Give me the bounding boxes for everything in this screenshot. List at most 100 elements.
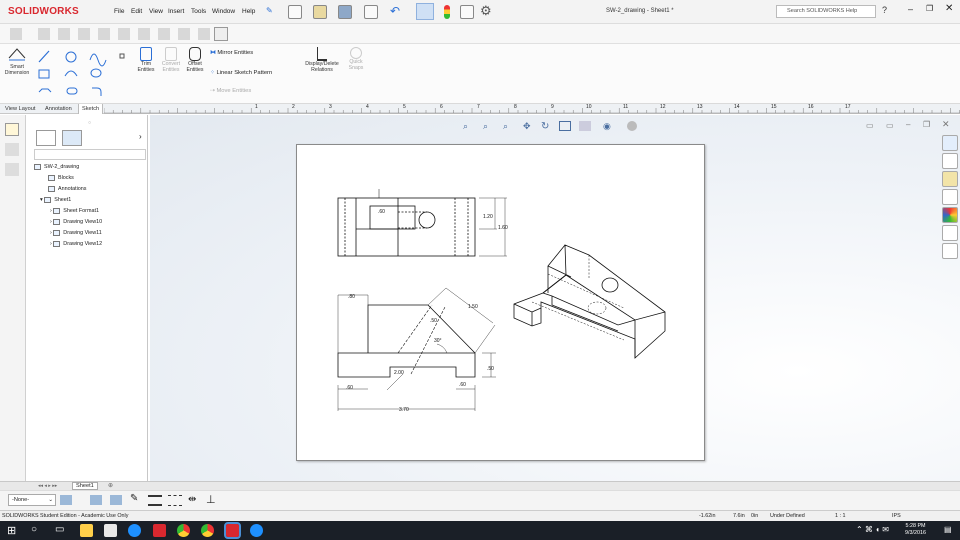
offset-entities-button[interactable]: Offset Entities	[184, 47, 206, 85]
dim-top-height[interactable]: 1.20	[483, 214, 493, 220]
layer-properties-icon[interactable]	[60, 495, 72, 505]
solidworks-taskbar-icon[interactable]	[153, 524, 166, 537]
solidworks-active-taskbar-icon[interactable]	[224, 522, 241, 539]
add-sheet-icon[interactable]: ⊕	[108, 482, 113, 489]
dim-front-200[interactable]: 2.00	[394, 370, 404, 376]
dim-front-60b[interactable]: .60	[459, 382, 466, 388]
tree-item-drawing-view11[interactable]: › Drawing View11	[34, 228, 102, 239]
hide-show-icon[interactable]: ◉	[603, 121, 611, 132]
pan-icon[interactable]: ✥	[523, 121, 531, 132]
design-library-icon[interactable]	[942, 153, 958, 169]
chevron-right-icon[interactable]: ›	[139, 132, 142, 141]
color-display-mode-icon[interactable]: ⊥	[206, 493, 216, 506]
line-color-icon[interactable]	[90, 495, 102, 505]
edge-taskbar-icon[interactable]	[128, 524, 141, 537]
display-style-icon[interactable]	[579, 121, 591, 131]
tree-root[interactable]: SW-2_drawing Blocks Annotations ▾ Sheet1…	[34, 162, 102, 250]
pin-icon[interactable]: ✎	[266, 6, 273, 15]
custom-properties-icon[interactable]	[942, 225, 958, 241]
windows-start-icon[interactable]: ⊞	[7, 524, 16, 537]
rebuild-traffic-light-icon[interactable]	[444, 5, 450, 19]
open-folder-icon[interactable]	[313, 5, 327, 19]
section-view-icon[interactable]	[559, 121, 571, 131]
line-dash-icon[interactable]	[168, 495, 182, 506]
action-center-icon[interactable]: ▤	[944, 525, 952, 534]
file-properties-icon[interactable]	[460, 5, 474, 19]
tab-sketch[interactable]: Sketch	[78, 104, 104, 114]
chrome-taskbar-icon-2[interactable]	[201, 524, 214, 537]
close-icon[interactable]: ✕	[945, 3, 953, 14]
top-view[interactable]	[337, 189, 507, 257]
tab-view-layout[interactable]: View Layout	[2, 104, 38, 114]
cortana-search-icon[interactable]: ○	[31, 524, 37, 535]
sheet-nav-arrows[interactable]: ◂◂ ◂ ▸ ▸▸	[38, 483, 57, 489]
forum-icon[interactable]	[942, 243, 958, 259]
appearance-icon[interactable]	[627, 121, 637, 131]
options-gear-icon[interactable]: ⚙	[480, 3, 492, 19]
quick-snaps-button[interactable]: Quick Snaps	[345, 47, 367, 85]
save-icon[interactable]	[338, 5, 352, 19]
solidworks-resources-icon[interactable]	[942, 135, 958, 151]
print-icon[interactable]	[364, 5, 378, 19]
linear-sketch-pattern-button[interactable]: ⁘ Linear Sketch Pattern	[210, 70, 272, 76]
ie-taskbar-icon[interactable]	[250, 524, 263, 537]
solidworks-logo[interactable]: SOLIDWORKS	[8, 6, 79, 17]
dim-top-small[interactable]: .60	[378, 209, 385, 215]
propertymanager-tab-icon[interactable]	[62, 130, 82, 146]
doc-restore-icon[interactable]: ❐	[923, 120, 930, 129]
color-pen-icon[interactable]: ✎	[130, 493, 138, 504]
help-question-icon[interactable]: ?	[882, 5, 887, 15]
dim-front-150[interactable]: 1.50	[468, 304, 478, 310]
dim-front-80[interactable]: .80	[348, 294, 355, 300]
zoom-to-fit-icon[interactable]: ⌕	[463, 121, 468, 132]
menu-file[interactable]: File	[114, 8, 124, 15]
drawing-sheet[interactable]: .60 1.20 1.60 .80 1.50 .50 30° 2.00 .50 …	[296, 144, 705, 461]
menu-insert[interactable]: Insert	[168, 8, 184, 15]
trim-entities-button[interactable]: Trim Entities	[136, 47, 156, 85]
search-help-field[interactable]: Search SOLIDWORKS Help	[776, 5, 876, 18]
convert-entities-button[interactable]: Convert Entities	[160, 47, 182, 85]
tree-item-drawing-view12[interactable]: › Drawing View12	[34, 239, 102, 250]
sketch-icon[interactable]	[10, 28, 22, 40]
smart-dimension-button[interactable]: Smart Dimension	[5, 46, 29, 86]
menu-window[interactable]: Window	[212, 8, 235, 15]
select-arrow-icon[interactable]	[416, 3, 434, 20]
display-delete-relations-button[interactable]: Display/Delete Relations	[302, 47, 342, 85]
restore-icon[interactable]: ❐	[926, 4, 933, 13]
dim-front-370[interactable]: 3.70	[399, 407, 409, 413]
line-thickness-icon[interactable]	[110, 495, 122, 505]
dim-front-50a[interactable]: .50	[430, 318, 437, 324]
menu-tools[interactable]: Tools	[191, 8, 206, 15]
tree-item-root[interactable]: SW-2_drawing	[34, 162, 102, 173]
tab-annotation[interactable]: Annotation	[42, 104, 75, 114]
featuremanager-tab-icon[interactable]	[36, 130, 56, 146]
viewport-pin-icon[interactable]: ▭	[866, 121, 874, 130]
menu-view[interactable]: View	[149, 8, 163, 15]
file-explorer-icon[interactable]	[942, 171, 958, 187]
store-taskbar-icon[interactable]	[104, 524, 117, 537]
tree-item-drawing-view10[interactable]: › Drawing View10	[34, 217, 102, 228]
tab-sheet1[interactable]: Sheet1	[72, 482, 98, 490]
sketch-tools-grid[interactable]	[35, 48, 135, 100]
clock[interactable]: 5:28 PM 9/3/2016	[905, 523, 926, 537]
sketch-pencil-icon[interactable]	[5, 123, 19, 136]
layer-select[interactable]: -None- ⌄	[8, 494, 56, 506]
dim-front-30[interactable]: 30°	[434, 338, 442, 344]
tray-icons[interactable]: ⌃ ⌘ ◖ ✉	[856, 525, 889, 534]
chrome-taskbar-icon[interactable]	[177, 524, 190, 537]
move-entities-button[interactable]: ⇢ Move Entities	[210, 88, 251, 94]
dim-front-60a[interactable]: .60	[346, 385, 353, 391]
menu-help[interactable]: Help	[242, 8, 255, 15]
tree-item-annotations[interactable]: Annotations	[34, 184, 102, 195]
new-document-icon[interactable]	[288, 5, 302, 19]
view-palette-icon[interactable]	[942, 189, 958, 205]
menu-edit[interactable]: Edit	[131, 8, 142, 15]
isometric-view[interactable]	[513, 244, 666, 359]
rotate-icon[interactable]: ↻	[541, 121, 549, 132]
eraser-icon[interactable]	[214, 27, 228, 41]
panel-collapse-handle[interactable]: ○	[88, 120, 91, 126]
file-explorer-taskbar-icon[interactable]	[80, 524, 93, 537]
dim-front-50b[interactable]: .50	[487, 366, 494, 372]
tree-item-blocks[interactable]: Blocks	[34, 173, 102, 184]
appearances-icon[interactable]	[942, 207, 958, 223]
